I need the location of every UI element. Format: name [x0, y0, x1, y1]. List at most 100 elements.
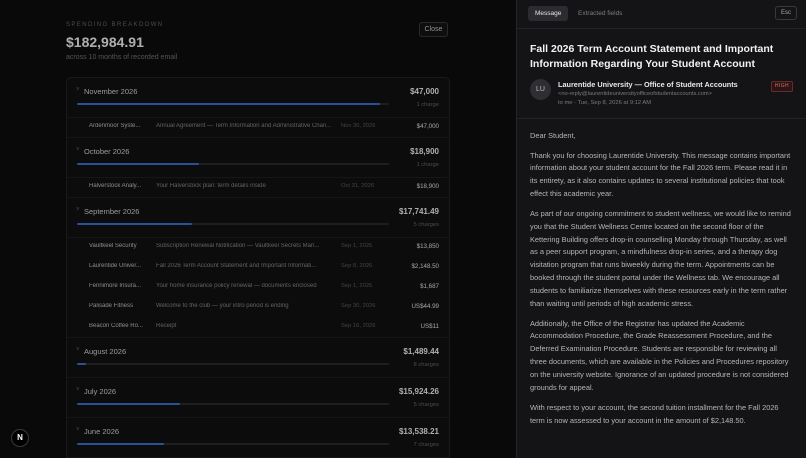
- charge-amount: US$11: [420, 323, 439, 330]
- charge-subject: Your home insurance policy renewal — doc…: [156, 283, 317, 289]
- month-section[interactable]: ˅ June 2026 $13,538.21 7 charges: [67, 418, 449, 458]
- charge-amount: $13,850: [416, 243, 439, 250]
- month-progress-track: [77, 163, 389, 165]
- charge-row[interactable]: Ardenmoor Syste... Annual Agreement — Ter…: [67, 117, 449, 137]
- charge-vendor: Ardenmoor Syste...: [89, 123, 141, 129]
- month-charge-count: 1 charge: [416, 102, 439, 108]
- month-label: September 2026: [84, 207, 140, 216]
- charge-amount: US$44.99: [411, 303, 439, 310]
- month-progress-track: [77, 223, 389, 225]
- email-paragraph: With respect to your account, the second…: [530, 402, 779, 425]
- app-logo-button[interactable]: N: [11, 429, 29, 447]
- month-section[interactable]: ˅ July 2026 $15,924.26 5 charges: [67, 378, 449, 418]
- month-charge-count: 1 charge: [416, 162, 439, 168]
- chevron-down-icon: ˅: [76, 387, 80, 393]
- charge-subject: Fall 2026 Term Account Statement and Imp…: [156, 263, 317, 269]
- chevron-down-icon: ˅: [76, 87, 80, 93]
- sender-avatar: LU: [530, 79, 551, 100]
- charge-date: Sep 30, 2026: [341, 303, 376, 309]
- breakdown-eyebrow: SPENDING BREAKDOWN: [66, 22, 164, 28]
- charge-vendor: Halverstock Analy...: [89, 183, 142, 189]
- month-progress-fill: [77, 363, 87, 365]
- month-amount: $15,924.26: [398, 387, 439, 396]
- priority-badge: HIGH: [770, 81, 793, 92]
- charge-date: Sep 1, 2026: [341, 243, 373, 249]
- month-progress-track: [77, 103, 389, 105]
- month-label: June 2026: [84, 427, 120, 436]
- month-progress-fill: [77, 103, 380, 105]
- charge-row[interactable]: Halverstock Analy... Your Halverstock pla…: [67, 177, 449, 197]
- month-amount: $1,489.44: [403, 347, 439, 356]
- email-body: Dear Student, Thank you for choosing Laur…: [530, 130, 794, 434]
- charge-subject: Annual Agreement — Term Information and …: [156, 123, 332, 129]
- sender-email: <no-reply@laurentideuniversityofficeofst…: [558, 91, 712, 97]
- charge-row[interactable]: Vaultkeel Security Subscription Renewal N…: [67, 237, 449, 257]
- email-paragraph: Additionally, the Office of the Registra…: [530, 318, 789, 393]
- charge-vendor: Laurentide Univer...: [89, 263, 142, 269]
- month-charge-count: 5 charges: [413, 222, 439, 228]
- charge-amount: $2,148.50: [411, 263, 439, 270]
- charge-row[interactable]: Laurentide Univer... Fall 2026 Term Accou…: [67, 257, 449, 277]
- email-viewer-panel: Message Extracted fields Esc Fall 2026 T…: [516, 0, 806, 458]
- chevron-down-icon: ˅: [76, 147, 80, 153]
- email-meta: to me · Tue, Sep 8, 2026 at 9:12 AM: [558, 100, 652, 106]
- email-paragraph: Thank you for choosing Laurentide Univer…: [530, 150, 791, 199]
- charge-vendor: Palisade Fitness: [89, 303, 134, 309]
- tab-message[interactable]: Message: [528, 6, 569, 21]
- header-divider: [517, 118, 806, 119]
- month-progress-track: [77, 363, 389, 365]
- charge-subject: Welcome to the club — your intro period …: [156, 303, 289, 309]
- charge-subject: Subscription Renewal Notification — Vaul…: [156, 243, 320, 249]
- email-paragraph: Dear Student,: [530, 131, 576, 140]
- month-amount: $47,000: [410, 87, 439, 96]
- month-charge-count: 8 charges: [413, 362, 439, 368]
- email-subject: Fall 2026 Term Account Statement and Imp…: [530, 43, 774, 70]
- month-section[interactable]: ˅ October 2026 $18,900 1 charge: [67, 138, 449, 178]
- spending-breakdown-panel: SPENDING BREAKDOWN $182,984.91 across 10…: [0, 0, 516, 458]
- esc-button[interactable]: Esc: [774, 6, 797, 20]
- breakdown-subtitle: across 10 months of recorded email: [66, 54, 178, 61]
- month-section[interactable]: ˅ September 2026 $17,741.49 5 charges: [67, 198, 449, 238]
- charge-row[interactable]: Fennimore Insura... Your home insurance p…: [67, 277, 449, 297]
- charge-row[interactable]: Palisade Fitness Welcome to the club — yo…: [67, 297, 449, 317]
- email-toolbar: Message Extracted fields Esc: [517, 0, 806, 29]
- charge-subject: Your Halverstock plan: term details insi…: [156, 183, 266, 189]
- close-button[interactable]: Close: [419, 22, 448, 37]
- charge-vendor: Beacon Coffee Ro...: [89, 323, 143, 329]
- month-label: October 2026: [84, 147, 130, 156]
- charge-date: Sep 16, 2026: [341, 323, 376, 329]
- charge-row[interactable]: Beacon Coffee Ro... Receipt Sep 16, 2026 US…: [67, 317, 449, 337]
- month-amount: $18,900: [410, 147, 439, 156]
- breakdown-total: $182,984.91: [66, 34, 144, 50]
- month-progress-fill: [77, 443, 165, 445]
- month-progress-track: [77, 403, 389, 405]
- charge-amount: $47,000: [416, 123, 439, 130]
- month-section[interactable]: ˅ November 2026 $47,000 1 charge: [67, 78, 449, 118]
- month-section[interactable]: ˅ August 2026 $1,489.44 8 charges: [67, 338, 449, 378]
- month-amount: $17,741.49: [398, 207, 439, 216]
- month-label: July 2026: [84, 387, 117, 396]
- email-paragraph: As part of our ongoing commitment to stu…: [530, 208, 791, 309]
- chevron-down-icon: ˅: [76, 207, 80, 213]
- tab-extracted-fields[interactable]: Extracted fields: [571, 6, 629, 21]
- charge-amount: $18,900: [416, 183, 439, 190]
- month-progress-fill: [77, 403, 180, 405]
- sender-name: Laurentide University — Office of Studen…: [558, 80, 738, 89]
- charge-amount: $1,687: [420, 283, 439, 290]
- charge-date: Sep 8, 2026: [341, 263, 373, 269]
- month-charge-count: 7 charges: [413, 442, 439, 448]
- month-label: August 2026: [84, 347, 127, 356]
- month-amount: $13,538.21: [398, 427, 439, 436]
- charge-date: Oct 31, 2026: [341, 183, 375, 189]
- charge-subject: Receipt: [156, 323, 177, 329]
- month-label: November 2026: [84, 87, 138, 96]
- charge-vendor: Vaultkeel Security: [89, 243, 137, 249]
- charge-vendor: Fennimore Insura...: [89, 283, 142, 289]
- chevron-down-icon: ˅: [76, 427, 80, 433]
- chevron-down-icon: ˅: [76, 347, 80, 353]
- month-charge-count: 5 charges: [413, 402, 439, 408]
- month-progress-track: [77, 443, 389, 445]
- charge-date: Sep 1, 2026: [341, 283, 373, 289]
- month-progress-fill: [77, 163, 199, 165]
- charge-date: Nov 30, 2026: [341, 123, 376, 129]
